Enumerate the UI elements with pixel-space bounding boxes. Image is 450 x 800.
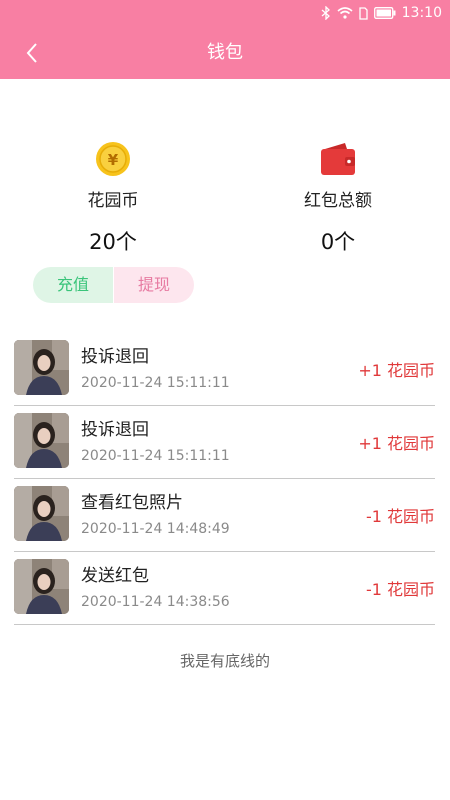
list-item[interactable]: 发送红包 2020-11-24 14:38:56 -1 花园币 [14,552,435,625]
wifi-icon [337,7,353,19]
coin-icon: ¥ [13,139,213,179]
redpacket-label: 红包总额 [304,191,372,211]
avatar [14,413,69,468]
transaction-time: 2020-11-24 14:38:56 [81,594,230,610]
transaction-list: 投诉退回 2020-11-24 15:11:11 +1 花园币 投诉退回 202… [14,333,435,625]
transaction-time: 2020-11-24 14:48:49 [81,521,230,537]
battery-icon [373,7,396,19]
status-bar: 13:10 [0,0,450,26]
wallet-summary: ¥ 花园币 20个 红包总额 0个 充值 提现 [0,79,450,319]
coin-value: 20个 [89,230,137,254]
coin-label: 花园币 [87,191,139,211]
transaction-amount: +1 花园币 [358,361,435,380]
action-buttons: 充值 提现 [33,267,194,303]
end-of-list-text: 我是有底线的 [179,652,270,670]
wallet-icon [238,139,438,179]
transaction-title: 投诉退回 [81,420,149,440]
page-title: 钱包 [207,42,243,63]
avatar [14,340,69,395]
transaction-title: 发送红包 [81,566,149,586]
coin-balance: ¥ 花园币 20个 [13,139,213,257]
sim-icon [358,6,368,20]
avatar [14,486,69,541]
transaction-title: 查看红包照片 [81,493,183,513]
bluetooth-icon [321,6,331,20]
status-icons: 13:10 [321,3,442,23]
avatar [14,559,69,614]
transaction-amount: -1 花园币 [365,580,435,599]
transaction-amount: -1 花园币 [365,507,435,526]
list-item[interactable]: 查看红包照片 2020-11-24 14:48:49 -1 花园币 [14,479,435,552]
list-item[interactable]: 投诉退回 2020-11-24 15:11:11 +1 花园币 [14,333,435,406]
app-bar: 钱包 [0,26,450,79]
status-time: 13:10 [401,5,442,21]
recharge-button[interactable]: 充值 [33,267,113,303]
transaction-time: 2020-11-24 15:11:11 [81,375,230,391]
redpacket-balance: 红包总额 0个 [238,139,438,257]
redpacket-value: 0个 [320,230,356,254]
svg-text:¥: ¥ [108,151,119,169]
transaction-amount: +1 花园币 [358,434,435,453]
withdraw-button[interactable]: 提现 [114,267,194,303]
list-item[interactable]: 投诉退回 2020-11-24 15:11:11 +1 花园币 [14,406,435,479]
transaction-title: 投诉退回 [81,347,149,367]
transaction-time: 2020-11-24 15:11:11 [81,448,230,464]
